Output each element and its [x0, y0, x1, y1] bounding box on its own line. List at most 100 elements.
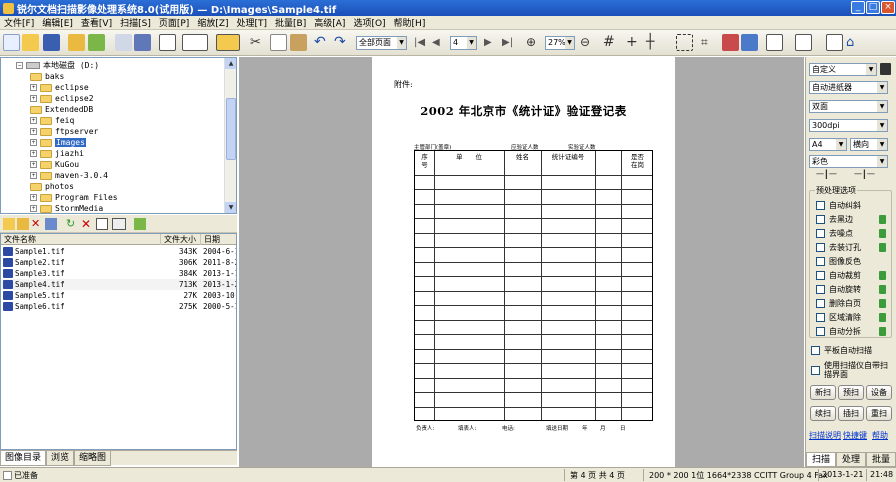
add-icon[interactable]	[134, 218, 146, 230]
tab-image-directory[interactable]: 图像目录	[0, 451, 47, 466]
save-profile-icon[interactable]	[880, 63, 891, 75]
hline-icon[interactable]: +	[626, 34, 643, 51]
home-icon[interactable]: ⌂	[846, 34, 863, 51]
delete-folder-icon[interactable]: ✕	[31, 218, 43, 230]
settings-icon[interactable]	[879, 285, 886, 294]
column-header-size[interactable]: 文件大小	[161, 234, 201, 245]
menu-options[interactable]: 选项[O]	[349, 16, 389, 29]
tree-item-root[interactable]: − 本地磁盘 (D:)	[16, 60, 99, 71]
tree-item-images[interactable]: + Images	[30, 137, 86, 148]
zoom-in-icon[interactable]: ⊕	[526, 34, 543, 51]
option-auto-deskew[interactable]: 自动纠斜	[816, 199, 861, 211]
zoom-out-icon[interactable]: ⊖	[580, 34, 597, 51]
settings-icon[interactable]	[879, 327, 886, 336]
table-row[interactable]: Sample4.tif 713K 2013-1-2	[1, 279, 236, 290]
tree-scrollbar[interactable]: ▲ ▼	[224, 58, 236, 213]
option-auto-rotate[interactable]: 自动旋转	[816, 283, 861, 295]
column-header-date[interactable]: 日期	[201, 234, 236, 245]
expand-icon[interactable]: +	[30, 95, 37, 102]
view-mode-icon[interactable]	[112, 218, 126, 230]
first-page-icon[interactable]: |◀	[414, 34, 431, 51]
paper-source-select[interactable]: 自动进纸器 ▼	[809, 81, 888, 94]
save-icon[interactable]	[43, 34, 60, 51]
tree-item-extendeddb[interactable]: ExtendedDB	[30, 104, 93, 115]
tree-item-program-files[interactable]: + Program Files	[30, 192, 118, 203]
resolution-select[interactable]: 300dpi ▼	[809, 119, 888, 132]
tree-item-jiazhi[interactable]: + jiazhi	[30, 148, 84, 159]
delete-icon[interactable]: ✕	[81, 218, 93, 230]
minimize-button[interactable]: _	[851, 1, 865, 14]
prev-page-icon[interactable]: ◀	[432, 34, 449, 51]
file-list[interactable]: 文件名称 文件大小 日期 Sample1.tif 343K 2004-6-1 S…	[0, 233, 237, 450]
cut-icon[interactable]: ✂	[250, 34, 267, 51]
settings-icon[interactable]	[879, 313, 886, 322]
tab-batch[interactable]: 批量	[866, 452, 896, 467]
menu-page[interactable]: 页面[P]	[155, 16, 193, 29]
checkbox[interactable]	[816, 200, 825, 210]
insert-scan-button[interactable]: 插扫	[838, 406, 864, 421]
undo-icon[interactable]: ↶	[314, 34, 331, 51]
settings-icon[interactable]	[879, 229, 886, 238]
scroll-thumb[interactable]	[226, 98, 236, 160]
tree-item-photos[interactable]: photos	[30, 181, 74, 192]
help-link[interactable]: 帮助	[872, 430, 888, 441]
document-page[interactable]: 附件: 2002 年北京市《统计证》验证登记表 主管部门(盖章) 应验证人数 实…	[372, 57, 675, 467]
layout-icon[interactable]	[182, 34, 208, 51]
table-row[interactable]: Sample5.tif 27K 2003-10-	[1, 290, 236, 301]
option-remove-black-border[interactable]: 去黑边	[816, 213, 853, 225]
image-viewer[interactable]: 附件: 2002 年北京市《统计证》验证登记表 主管部门(盖章) 应验证人数 实…	[239, 57, 804, 467]
search-icon[interactable]	[45, 218, 57, 230]
zoom-select[interactable]: 27% ▼	[545, 36, 575, 50]
expand-icon[interactable]: +	[30, 205, 37, 212]
expand-icon[interactable]: +	[30, 117, 37, 124]
redo-icon[interactable]: ↷	[334, 34, 351, 51]
import-icon[interactable]	[68, 34, 85, 51]
menu-zoom[interactable]: 缩放[Z]	[193, 16, 232, 29]
tab-thumbnails[interactable]: 缩略图	[74, 451, 112, 466]
prescan-button[interactable]: 预扫	[838, 385, 864, 400]
tree-item-eclipse2[interactable]: + eclipse2	[30, 93, 94, 104]
tab-browse[interactable]: 浏览	[46, 451, 75, 466]
scroll-down-icon[interactable]: ▼	[225, 202, 236, 213]
paste-icon[interactable]	[290, 34, 307, 51]
expand-icon[interactable]: +	[30, 128, 37, 135]
table-row[interactable]: Sample1.tif 343K 2004-6-1	[1, 246, 236, 257]
refresh-icon[interactable]: ↻	[66, 218, 78, 230]
settings-icon[interactable]	[879, 243, 886, 252]
tree-item-baks[interactable]: baks	[30, 71, 64, 82]
menu-help[interactable]: 帮助[H]	[390, 16, 430, 29]
window-icon[interactable]	[159, 34, 176, 51]
option-delete-blank[interactable]: 删除白页	[816, 297, 861, 309]
next-page-icon[interactable]: ▶	[484, 34, 501, 51]
flatbed-auto-scan-checkbox[interactable]: 平板自动扫描	[811, 346, 872, 355]
list-icon[interactable]	[826, 34, 843, 51]
page-number-input[interactable]: 4 ▼	[450, 36, 477, 50]
rescan-button[interactable]: 重扫	[866, 406, 892, 421]
select-rect-icon[interactable]	[676, 34, 693, 51]
tree-item-maven[interactable]: + maven-3.0.4	[30, 170, 108, 181]
option-auto-split[interactable]: 自动分拆	[816, 325, 861, 337]
export-icon[interactable]	[88, 34, 105, 51]
orientation-select[interactable]: 横向 ▼	[850, 138, 888, 151]
menu-scan[interactable]: 扫描[S]	[116, 16, 155, 29]
expand-icon[interactable]: +	[30, 172, 37, 179]
settings-icon[interactable]	[879, 299, 886, 308]
vline-icon[interactable]: ┼	[646, 34, 663, 51]
scroll-up-icon[interactable]: ▲	[225, 58, 236, 69]
menu-view[interactable]: 查看[V]	[77, 16, 116, 29]
new-icon[interactable]	[3, 34, 20, 51]
expand-icon[interactable]: +	[30, 150, 37, 157]
expand-icon[interactable]: +	[30, 194, 37, 201]
tree-item-feiq[interactable]: + feiq	[30, 115, 74, 126]
tree-item-stormmedia[interactable]: + StormMedia	[30, 203, 103, 213]
crop-icon[interactable]: ⌗	[701, 34, 718, 51]
new-scan-button[interactable]: 新扫	[810, 385, 836, 400]
device-button[interactable]: 设备	[866, 385, 892, 400]
option-remove-punch-holes[interactable]: 去装订孔	[816, 241, 861, 253]
menu-process[interactable]: 处理[T]	[233, 16, 272, 29]
properties-icon[interactable]	[96, 218, 108, 230]
continue-scan-button[interactable]: 续扫	[810, 406, 836, 421]
table-row[interactable]: Sample3.tif 384K 2013-1-1	[1, 268, 236, 279]
checkbox[interactable]	[816, 270, 825, 280]
table-row[interactable]: Sample6.tif 275K 2000-5-1	[1, 301, 236, 312]
